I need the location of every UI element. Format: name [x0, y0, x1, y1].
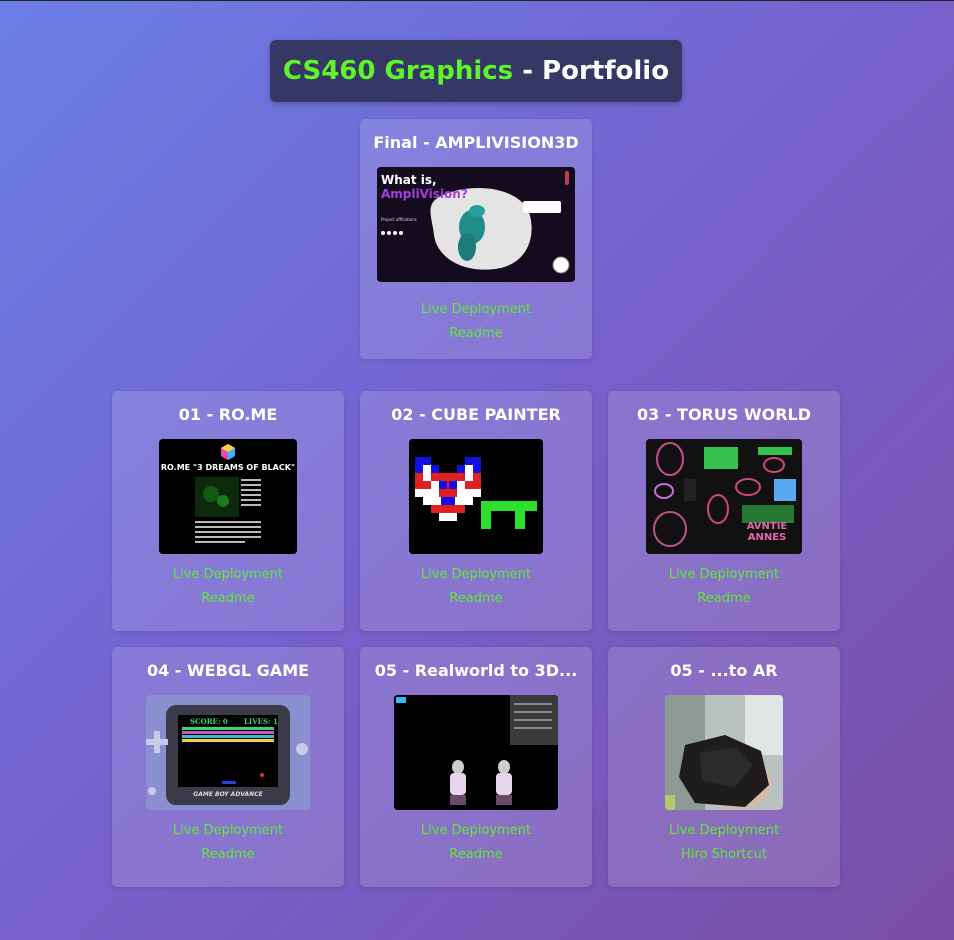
readme-link[interactable]: Readme — [360, 847, 592, 862]
readme-link[interactable]: Readme — [608, 591, 840, 606]
readme-link[interactable]: Readme — [112, 847, 344, 862]
readme-link[interactable]: Readme — [360, 591, 592, 606]
thumbnail-score: SCORE: 0 — [190, 717, 228, 726]
ar-thumbnail-art — [665, 695, 783, 810]
live-deployment-link[interactable]: Live Deployment — [360, 823, 592, 838]
live-deployment-link[interactable]: Live Deployment — [608, 567, 840, 582]
live-deployment-link[interactable]: Live Deployment — [112, 823, 344, 838]
project-thumbnail[interactable] — [409, 439, 543, 554]
rome-thumbnail-art — [159, 439, 297, 554]
project-card-06: 05 - ...to AR Live Deployment Hiro Short… — [608, 647, 840, 887]
project-thumbnail[interactable] — [394, 695, 558, 810]
card-title: 02 - CUBE PAINTER — [391, 405, 561, 424]
page-title-suffix: - Portfolio — [513, 56, 670, 86]
live-deployment-link[interactable]: Live Deployment — [360, 302, 592, 317]
live-deployment-link[interactable]: Live Deployment — [608, 823, 840, 838]
project-thumbnail[interactable]: What is, AmpliVision? Project affiliatio… — [377, 167, 575, 282]
project-card-04: 04 - WEBGL GAME SCORE: 0 LIVES: 1 GAME B… — [112, 647, 344, 887]
page-title: CS460 Graphics - Portfolio — [270, 40, 682, 102]
card-title: 05 - ...to AR — [670, 661, 778, 680]
card-title: 01 - RO.ME — [178, 405, 278, 424]
thumbnail-caption: RO.ME "3 DREAMS OF BLACK" — [160, 463, 296, 472]
card-title: 03 - TORUS WORLD — [636, 405, 811, 424]
thumbnail-lives: LIVES: 1 — [244, 717, 278, 726]
project-card-05: 05 - Realworld to 3D... Live Deployment … — [360, 647, 592, 887]
hiro-shortcut-link[interactable]: Hiro Shortcut — [608, 847, 840, 862]
page-title-course: CS460 Graphics — [282, 56, 514, 86]
card-title: Final - AMPLIVISION3D — [373, 133, 579, 152]
live-deployment-link[interactable]: Live Deployment — [360, 567, 592, 582]
project-card-02: 02 - CUBE PAINTER Live Deployment Readme — [360, 391, 592, 631]
thumbnail-small-label: Project affiliations — [381, 217, 417, 222]
cube-painter-thumbnail-art — [409, 439, 543, 554]
thumbnail-heading-brand: AmpliVision? — [381, 187, 468, 201]
project-card-03: 03 - TORUS WORLD AVNTIE ANNES Live Deplo… — [608, 391, 840, 631]
realworld-3d-thumbnail-art — [394, 695, 558, 810]
project-thumbnail[interactable]: RO.ME "3 DREAMS OF BLACK" — [159, 439, 297, 554]
project-thumbnail[interactable] — [665, 695, 783, 810]
live-deployment-link[interactable]: Live Deployment — [112, 567, 344, 582]
card-title: 04 - WEBGL GAME — [146, 661, 310, 680]
thumbnail-brand: GAME BOY ADVANCE — [193, 791, 263, 798]
readme-link[interactable]: Readme — [360, 326, 592, 341]
card-title: 05 - Realworld to 3D... — [374, 661, 578, 680]
project-card-final: Final - AMPLIVISION3D What is, AmpliVisi… — [360, 119, 592, 359]
thumbnail-caption: AVNTIE ANNES — [746, 521, 788, 543]
readme-link[interactable]: Readme — [112, 591, 344, 606]
thumbnail-heading: What is, — [381, 173, 437, 187]
project-thumbnail[interactable]: AVNTIE ANNES — [646, 439, 802, 554]
project-card-01: 01 - RO.ME RO.ME "3 DREAMS OF BLACK" Liv… — [112, 391, 344, 631]
project-thumbnail[interactable]: SCORE: 0 LIVES: 1 GAME BOY ADVANCE — [146, 695, 310, 810]
